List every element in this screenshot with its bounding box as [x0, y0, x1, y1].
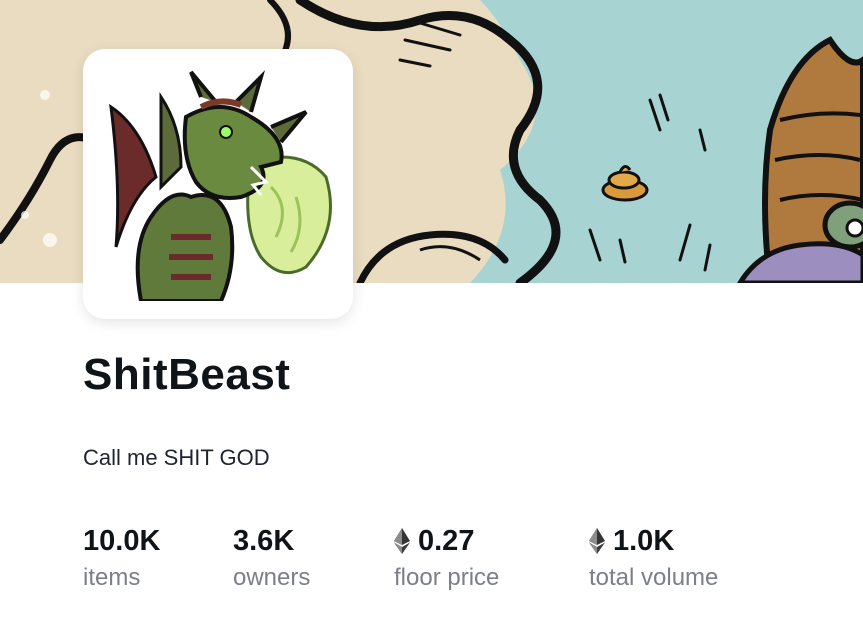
collection-description: Call me SHIT GOD: [83, 445, 270, 470]
stat-items[interactable]: 10.0K items: [83, 522, 160, 594]
stat-total-volume[interactable]: 1.0K total volume: [589, 522, 718, 594]
stat-value: 3.6K: [233, 525, 295, 557]
stat-value: 1.0K: [589, 522, 718, 560]
dragon-avatar-image: [101, 67, 335, 301]
stat-label: items: [83, 564, 141, 591]
stat-label: owners: [233, 564, 311, 591]
stat-owners[interactable]: 3.6K owners: [233, 522, 310, 594]
ethereum-icon: [589, 528, 605, 554]
stat-floor-price[interactable]: 0.27 floor price: [394, 522, 499, 594]
stat-label: floor price: [394, 564, 500, 591]
ethereum-icon: [394, 528, 410, 554]
stat-label: total volume: [589, 564, 719, 591]
collection-avatar[interactable]: [83, 49, 353, 319]
stat-value: 0.27: [394, 522, 499, 560]
collection-title: ShitBeast: [83, 350, 291, 399]
stat-value: 10.0K: [83, 525, 161, 557]
